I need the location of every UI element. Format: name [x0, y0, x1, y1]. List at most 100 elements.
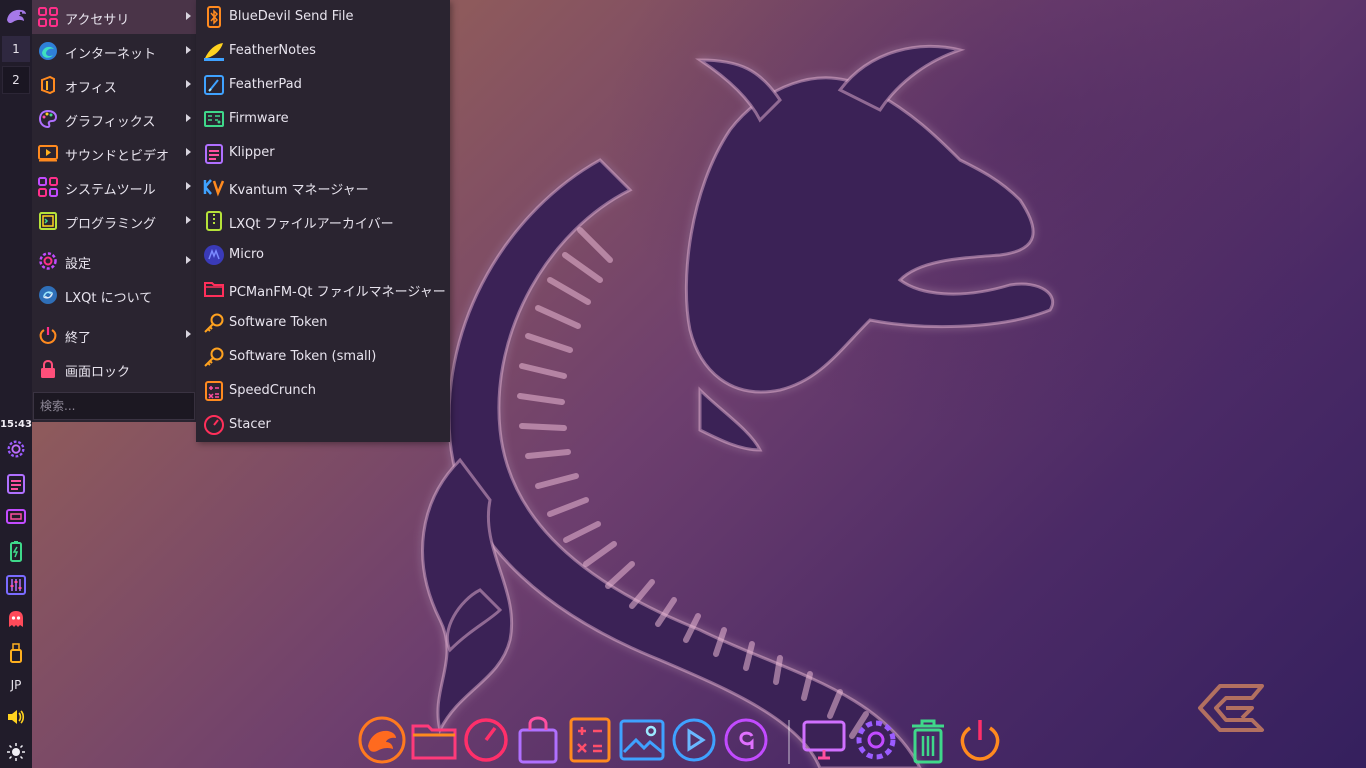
- submenu-item-firmware[interactable]: Firmware: [196, 102, 450, 136]
- menu-item-label: インターネット: [65, 47, 157, 62]
- trash-icon: [912, 719, 944, 764]
- garuda-menu-icon: [7, 9, 26, 24]
- dock: [352, 712, 1018, 768]
- menu-item-label: LXQt について: [65, 291, 153, 306]
- ghost-icon: [9, 611, 23, 627]
- dock-separator: [788, 720, 790, 764]
- submenu-item-label: Firmware: [229, 111, 289, 126]
- tray-night-mode-icon[interactable]: [4, 740, 28, 764]
- dock-garuda[interactable]: [358, 716, 406, 764]
- menu-item-accessories[interactable]: アクセサリ: [32, 0, 196, 34]
- bluetooth-icon: [207, 6, 221, 28]
- dock-settings[interactable]: [852, 716, 900, 764]
- tray-settings-icon[interactable]: [4, 437, 28, 461]
- dock-browser[interactable]: [462, 716, 510, 764]
- clock[interactable]: 15:43: [0, 419, 32, 430]
- clipboard-icon: [205, 144, 223, 164]
- application-menu-button[interactable]: [2, 2, 30, 30]
- menu-item-label: 画面ロック: [65, 365, 131, 380]
- dock-store[interactable]: [514, 716, 562, 764]
- garuda-logo-watermark: [1198, 684, 1264, 732]
- submenu-item-stacer[interactable]: Stacer: [196, 408, 450, 442]
- tray-display-icon[interactable]: [4, 505, 28, 529]
- dock-files[interactable]: [410, 716, 458, 764]
- submenu-item-software-token-small[interactable]: Software Token (small): [196, 340, 450, 374]
- submenu-item-label: Stacer: [229, 417, 271, 432]
- volume-icon: [8, 710, 25, 724]
- browser-icon: [464, 718, 508, 762]
- submenu-item-klipper[interactable]: Klipper: [196, 136, 450, 170]
- monitor-icon: [802, 720, 846, 760]
- menu-item-label: アクセサリ: [65, 13, 130, 28]
- menu-item-system-tools[interactable]: システムツール: [32, 170, 196, 204]
- submenu-item-kvantum-manager[interactable]: Kvantum マネージャー: [196, 170, 450, 204]
- brightness-icon: [7, 743, 25, 761]
- graphics-icon: [38, 109, 58, 129]
- tray-volume-icon[interactable]: [4, 705, 28, 729]
- tray-battery-icon[interactable]: [4, 539, 28, 563]
- featherpad-icon: [204, 75, 224, 95]
- accessories-icon: [38, 7, 58, 27]
- submenu-arrow-icon: [186, 114, 191, 122]
- garuda-icon: [358, 716, 406, 764]
- menu-item-leave[interactable]: 終了: [32, 318, 196, 352]
- calculator-icon: [569, 717, 611, 763]
- submenu-item-label: FeatherPad: [229, 77, 302, 92]
- dock-trash[interactable]: [904, 716, 952, 764]
- submenu-arrow-icon: [186, 182, 191, 190]
- submenu-arrow-icon: [186, 46, 191, 54]
- micro-icon: [204, 245, 224, 265]
- menu-item-programming[interactable]: プログラミング: [32, 204, 196, 238]
- menu-search-box[interactable]: [33, 392, 195, 420]
- tray-ghost-icon[interactable]: [4, 607, 28, 631]
- settings-icon: [856, 720, 896, 760]
- submenu-item-label: Software Token: [229, 315, 328, 330]
- programming-icon: [39, 212, 57, 230]
- dock-power[interactable]: [956, 716, 1004, 764]
- media-player-icon: [672, 718, 716, 762]
- submenu-arrow-icon: [186, 216, 191, 224]
- menu-item-label: 設定: [65, 257, 92, 272]
- menu-item-multimedia[interactable]: サウンドとビデオ: [32, 136, 196, 170]
- menu-item-lock-screen[interactable]: 画面ロック: [32, 352, 196, 386]
- menu-item-graphics[interactable]: グラフィックス: [32, 102, 196, 136]
- submenu-item-bluedevil-send-file[interactable]: BlueDevil Send File: [196, 0, 450, 34]
- dock-media-player[interactable]: [670, 716, 718, 764]
- menu-item-label: プログラミング: [65, 217, 157, 232]
- dragon-wallpaper: [421, 44, 1054, 768]
- lxqt-icon: [39, 286, 57, 304]
- store-icon: [518, 716, 558, 764]
- dock-calculator[interactable]: [566, 716, 614, 764]
- tray-clipboard-icon[interactable]: [4, 471, 28, 495]
- submenu-item-pcmanfm-qt[interactable]: PCManFM-Qt ファイルマネージャー: [196, 272, 450, 306]
- menu-item-preferences[interactable]: 設定: [32, 244, 196, 278]
- submenu-item-featherpad[interactable]: FeatherPad: [196, 68, 450, 102]
- menu-search-input[interactable]: [34, 393, 194, 419]
- submenu-arrow-icon: [186, 12, 191, 20]
- menu-item-label: オフィス: [65, 81, 117, 96]
- submenu-item-label: BlueDevil Send File: [229, 9, 354, 24]
- power-icon: [39, 327, 57, 345]
- tray-usb-icon[interactable]: [4, 641, 28, 665]
- submenu-item-micro[interactable]: Micro: [196, 238, 450, 272]
- desktop-switch-1[interactable]: 1: [2, 36, 30, 62]
- dock-image-viewer[interactable]: [618, 716, 666, 764]
- dock-monitor[interactable]: [800, 716, 848, 764]
- menu-item-label: 終了: [65, 331, 92, 346]
- tray-mixer-icon[interactable]: [4, 573, 28, 597]
- submenu-item-speedcrunch[interactable]: SpeedCrunch: [196, 374, 450, 408]
- menu-item-internet[interactable]: インターネット: [32, 34, 196, 68]
- multimedia-icon: [38, 145, 58, 162]
- office-icon: [41, 75, 55, 95]
- menu-item-about-lxqt[interactable]: LXQt について: [32, 278, 196, 312]
- submenu-item-feathernotes[interactable]: FeatherNotes: [196, 34, 450, 68]
- submenu-item-label: SpeedCrunch: [229, 383, 317, 398]
- submenu-item-software-token[interactable]: Software Token: [196, 306, 450, 340]
- submenu-item-lxqt-archiver[interactable]: LXQt ファイルアーカイバー: [196, 204, 450, 238]
- keyboard-layout-indicator[interactable]: JP: [0, 678, 32, 692]
- submenu-item-label: Micro: [229, 247, 264, 262]
- desktop-switch-2[interactable]: 2: [2, 66, 30, 94]
- dock-text-editor[interactable]: [722, 716, 770, 764]
- firmware-icon: [204, 111, 224, 127]
- menu-item-office[interactable]: オフィス: [32, 68, 196, 102]
